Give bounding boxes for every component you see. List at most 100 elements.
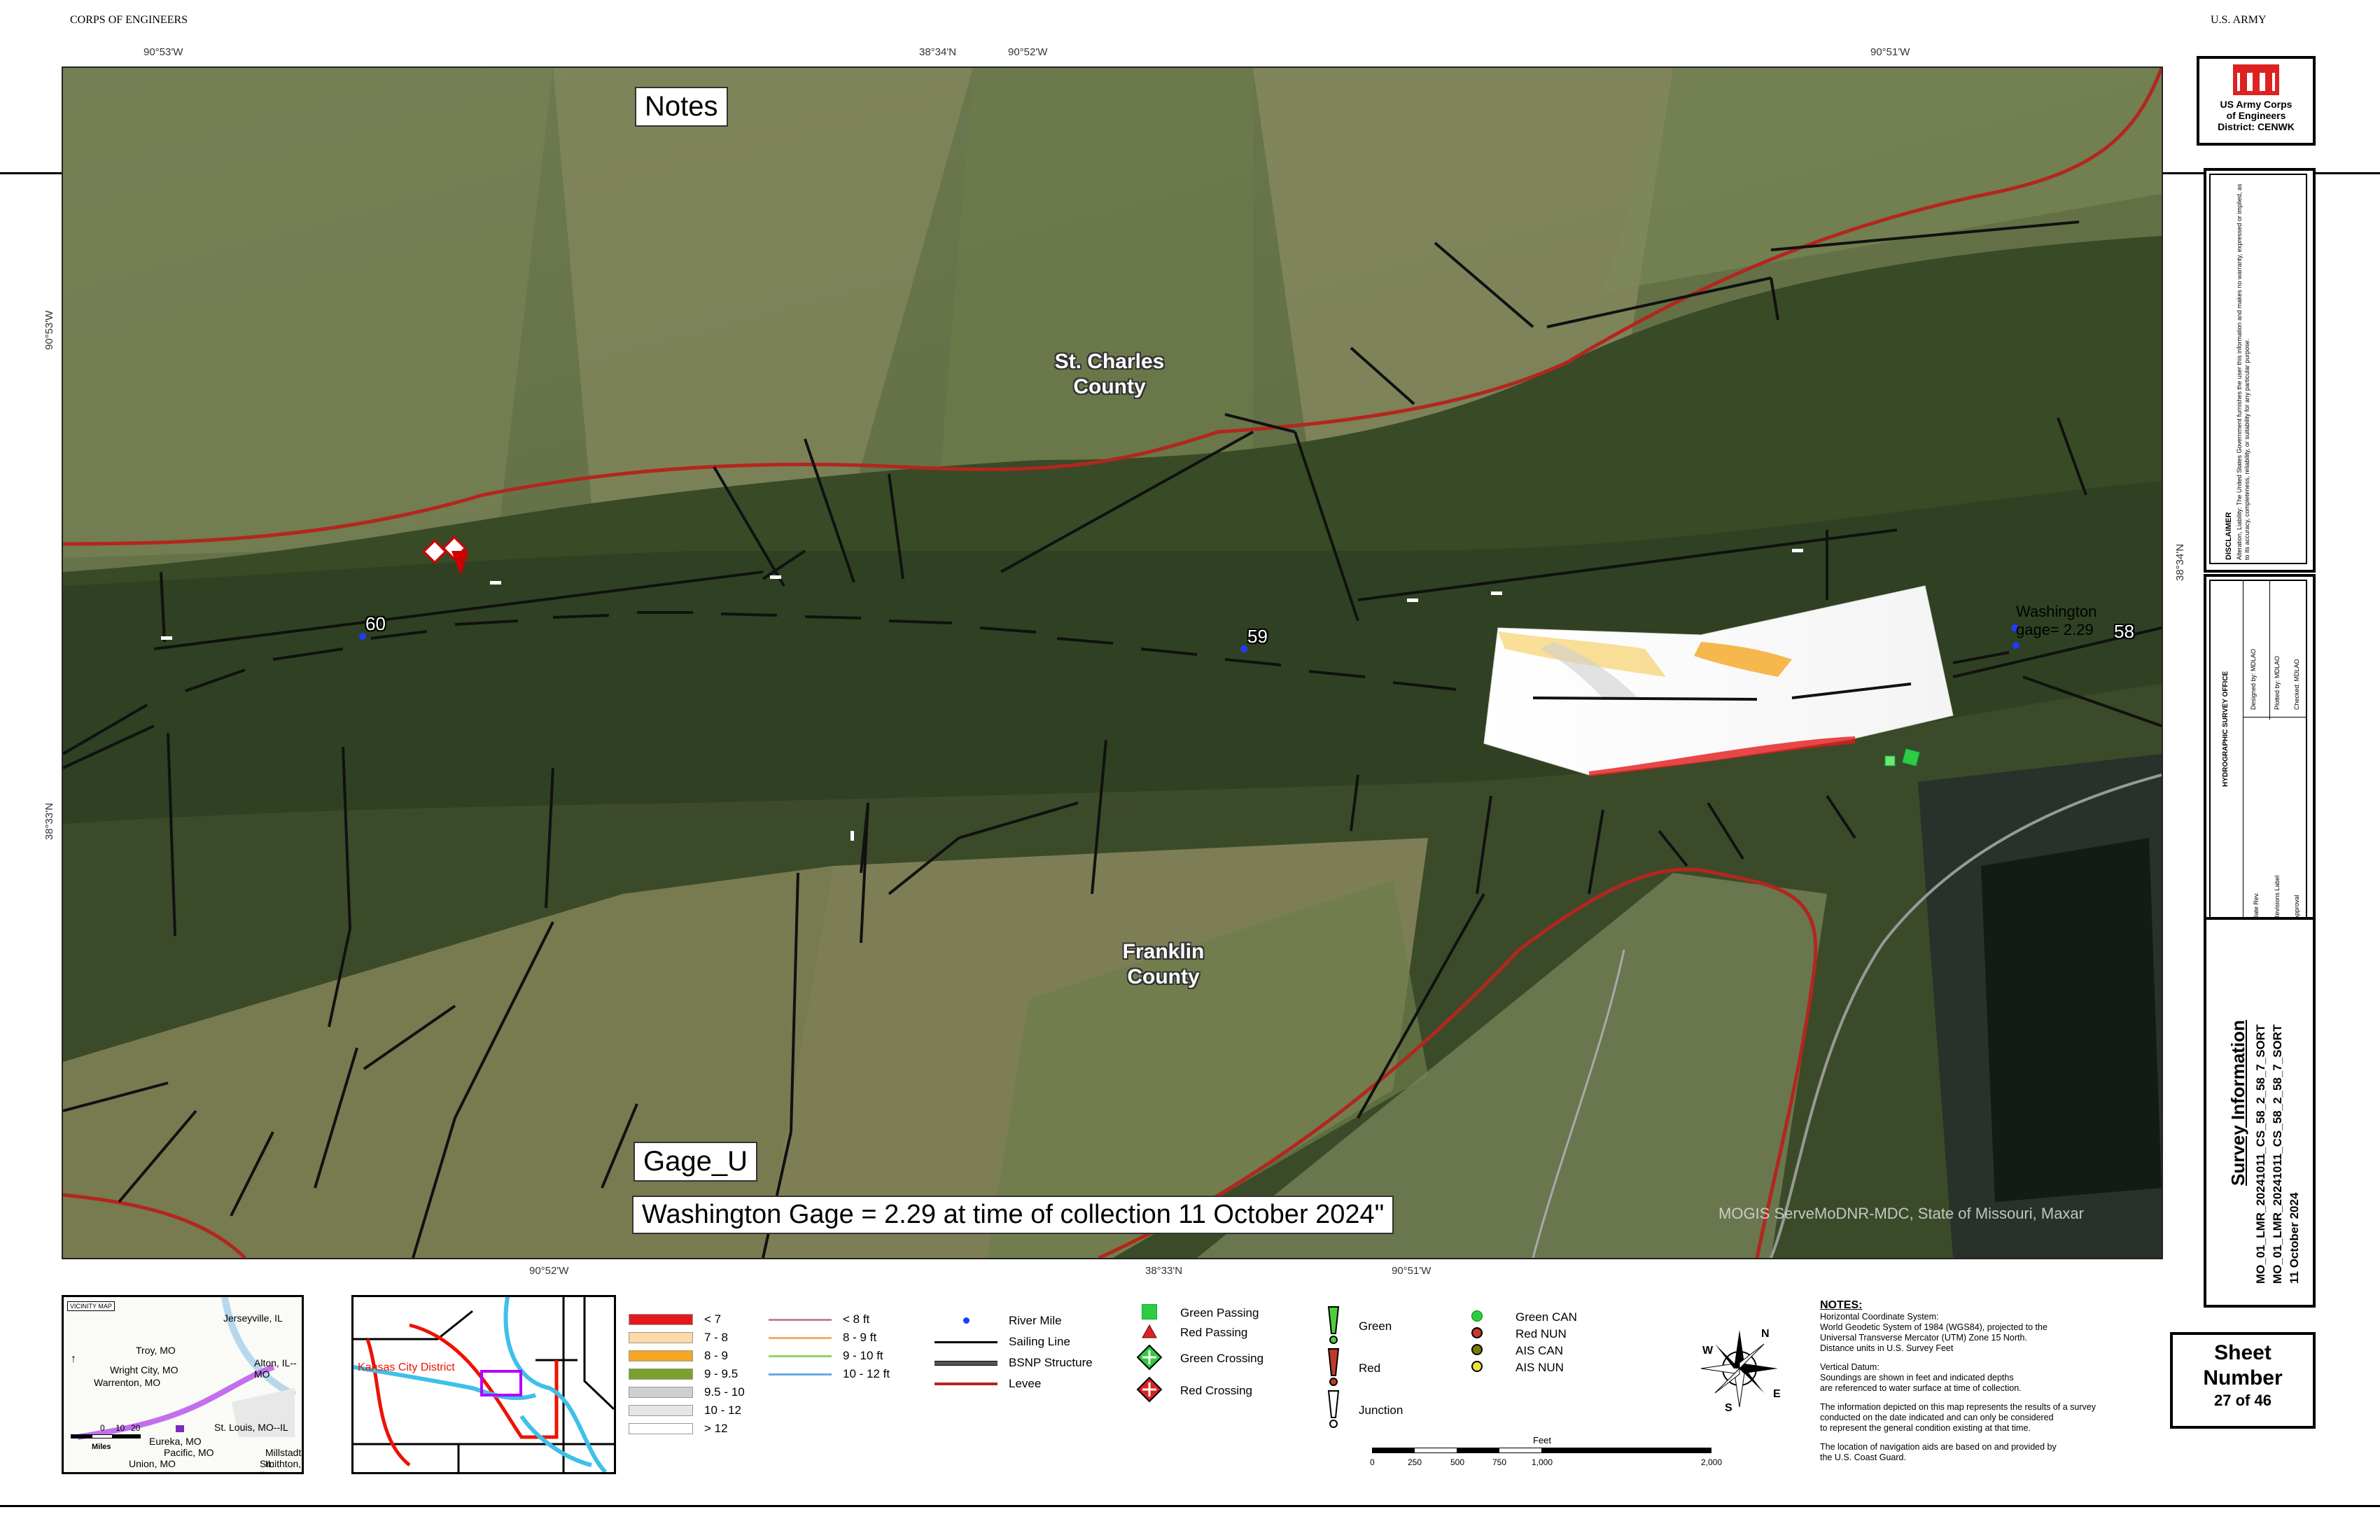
buoy-row-red: Red (1320, 1348, 1432, 1390)
scale-tick-500: 500 (1450, 1457, 1465, 1467)
crossing-label-2: Red Passing (1180, 1326, 1248, 1339)
gage-note-label[interactable]: Washington Gage = 2.29 at time of collec… (632, 1196, 1394, 1234)
survey-title: Survey Information (2227, 1020, 2248, 1186)
signature-block: HYDROGRAPHIC SURVEY OFFICE Date Rev. Rev… (2204, 574, 2316, 937)
ais-nun-icon (1466, 1360, 1488, 1376)
depth-legend-row-4: 9 - 9.5 (629, 1365, 769, 1383)
survey-line-1: MO_01_LMR_20241011_CS_58_2_58_7_SORT (2254, 1024, 2267, 1284)
logo-line2: of Engineers (2226, 110, 2286, 121)
signature-col-3: Checked: MDLAO (2293, 659, 2300, 710)
tick-bottom-3: 90°51'W (1392, 1265, 1432, 1277)
compass-w: W (1702, 1345, 1714, 1357)
disclaimer-inner: DISCLAIMER Alteration, Liability: The Un… (2209, 174, 2307, 564)
ais-label-3: AIS CAN (1516, 1344, 1564, 1357)
crossing-row-1: Green Passing (1134, 1303, 1302, 1323)
tick-top-3: 90°52'W (1008, 46, 1048, 58)
depth-label-5: 9.5 - 10 (704, 1385, 745, 1399)
depth-swatch-4 (629, 1368, 693, 1380)
depth-legend-row-5: 9.5 - 10 (629, 1383, 769, 1401)
vicinity-place-union: Union, MO (129, 1458, 176, 1469)
survey-info-box: Survey Information MO_01_LMR_20241011_CS… (2204, 917, 2316, 1308)
imagery-credit: MOGIS ServeMoDNR-MDC, State of Missouri,… (1718, 1205, 2084, 1222)
contour-legend: < 8 ft 8 - 9 ft 9 - 10 ft 10 - 12 ft (769, 1310, 909, 1383)
logo-line1: US Army Corps (2220, 99, 2292, 110)
tick-bottom-1: 90°52'W (529, 1265, 569, 1277)
buoy-label-junction: Junction (1359, 1404, 1404, 1417)
notes-line-4: Distance units in U.S. Survey Feet (1820, 1343, 1954, 1353)
red-buoy-icon (1320, 1348, 1348, 1390)
map-canvas[interactable] (63, 68, 2162, 1258)
notes-line-1: Horizontal Coordinate System: (1820, 1312, 1939, 1322)
line-legend-label-1: River Mile (1009, 1314, 1062, 1327)
gage-u-label[interactable]: Gage_U (634, 1142, 757, 1182)
frame-line-left (0, 172, 62, 174)
junction-buoy-icon (1320, 1390, 1348, 1432)
depth-legend-items: < 7 7 - 8 8 - 9 9 - 9.5 9.5 - 10 10 - 12… (629, 1310, 769, 1438)
vicinity-place-st-louis: St. Louis, MO--IL (214, 1422, 288, 1433)
sailing-line-symbol (934, 1340, 997, 1343)
sheet-line2: Number (2203, 1366, 2283, 1390)
ash-pond (1981, 838, 2162, 1202)
vicinity-place-alton: Alton, IL--MO (254, 1357, 297, 1380)
notes-block: NOTES: Horizontal Coordinate System: Wor… (1820, 1299, 2149, 1463)
district-inset-map[interactable]: Kansas City District (351, 1295, 616, 1474)
river-mile-symbol-icon (934, 1315, 997, 1327)
notes-line-2: World Geodetic System of 1984 (WGS84), p… (1820, 1322, 2047, 1332)
contour-swatch-4 (769, 1373, 832, 1376)
notes-spacer-1 (1820, 1354, 2149, 1362)
river-mile-58-dot (2012, 642, 2019, 649)
county-north-label: St. Charles County (997, 349, 1222, 400)
north-arrow: N W E S (1698, 1320, 1782, 1418)
notes-label[interactable]: Notes (635, 87, 728, 127)
notes-spacer-3 (1820, 1434, 2149, 1442)
signature-div2 (2269, 580, 2270, 720)
vicinity-scale-10: 10 (115, 1423, 125, 1433)
ais-row-4: AIS NUN (1466, 1359, 1620, 1376)
crossing-label-3: Green Crossing (1180, 1352, 1264, 1365)
river-mile-60: 60 (365, 613, 386, 634)
ais-can-icon (1466, 1343, 1488, 1359)
river-mile-58: 58 (2114, 621, 2134, 642)
scale-tick-750: 750 (1492, 1457, 1507, 1467)
contour-label-3: 9 - 10 ft (843, 1349, 883, 1362)
signature-office: HYDROGRAPHIC SURVEY OFFICE (2222, 671, 2230, 787)
buoy-legend: Green Red Junction (1320, 1306, 1432, 1432)
ais-row-1: Green CAN (1466, 1309, 1620, 1326)
contour-label-1: < 8 ft (843, 1312, 870, 1326)
signature-div1 (2243, 580, 2244, 928)
vicinity-place-smithton: Smithton, IL (260, 1458, 302, 1472)
vicinity-place-warrenton: Warrenton, MO (94, 1377, 161, 1388)
scale-tick-2000: 2,000 (1701, 1457, 1723, 1467)
signature-row-2: Revisions Label (2274, 875, 2281, 920)
crossing-label-4: Red Crossing (1180, 1384, 1252, 1397)
contour-label-4: 10 - 12 ft (843, 1367, 890, 1380)
notes-line-14: The location of navigation aids are base… (1820, 1442, 2057, 1452)
county-south-label: Franklin County (1051, 939, 1275, 990)
survey-line-2: MO_01_LMR_20241011_CS_58_2_58_7_SORT (2271, 1024, 2284, 1284)
ais-row-2: Red NUN (1466, 1326, 1620, 1343)
scale-bar-seg-1 (1415, 1448, 1457, 1452)
washington-gage-label: Washington gage= 2.29 (2016, 603, 2096, 639)
scale-bar: Feet 0 250 500 750 1,000 2,000 (1370, 1435, 1723, 1477)
vicinity-scale-0: 0 (100, 1423, 105, 1433)
notes-line-10: The information depicted on this map rep… (1820, 1402, 2096, 1412)
frame-line-bottom (0, 1505, 2380, 1507)
map-frame[interactable]: Notes St. Charles County Franklin County… (62, 66, 2163, 1259)
tick-top-4: 90°51'W (1870, 46, 1910, 58)
levee-symbol (934, 1382, 997, 1385)
vicinity-map[interactable]: VICINITY MAP Jerseyville, IL Troy, MO Al… (62, 1295, 304, 1474)
depth-label-4: 9 - 9.5 (704, 1367, 738, 1380)
depth-swatch-7 (629, 1423, 693, 1434)
header-right: U.S. ARMY (2211, 14, 2267, 26)
green-passing-icon (1134, 1303, 1165, 1323)
line-legend-label-2: Sailing Line (1009, 1335, 1070, 1348)
notes-line-6: Vertical Datum: (1820, 1362, 1879, 1372)
county-north-line1: St. Charles (1054, 350, 1165, 373)
vicinity-scale-bar-seg (92, 1434, 113, 1438)
red-passing-icon (1134, 1324, 1165, 1343)
ais-label-4: AIS NUN (1516, 1361, 1564, 1374)
notes-line-8: are referenced to water surface at time … (1820, 1383, 2022, 1393)
green-buoy-icon (1320, 1306, 1348, 1348)
contour-swatch-2 (769, 1336, 832, 1339)
green-crossing-icon (1134, 1343, 1165, 1375)
